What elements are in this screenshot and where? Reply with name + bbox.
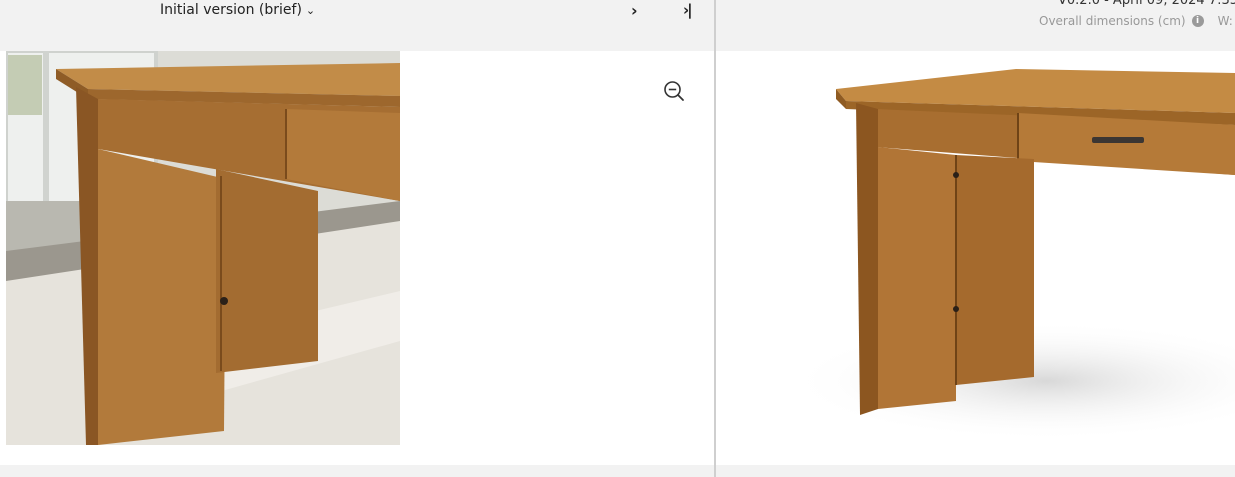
overall-dimensions: Overall dimensions (cm) i W: [1039, 14, 1233, 28]
dimensions-width-label: W: [1217, 14, 1233, 28]
version-meta: V0.2.0 - April 09, 2024 7:35 [1058, 0, 1235, 8]
left-panel-footer [0, 465, 714, 477]
chevron-right-icon: › [631, 1, 638, 20]
info-icon[interactable]: i [1191, 15, 1204, 27]
version-dropdown-label: Initial version (brief) [160, 2, 302, 18]
version-dropdown[interactable]: Initial version (brief) ⌄ [160, 2, 315, 18]
zoom-out-button[interactable] [662, 79, 686, 103]
right-panel-footer [716, 465, 1235, 477]
dimensions-label: Overall dimensions (cm) [1039, 14, 1186, 28]
product-lifestyle-photo [6, 51, 400, 445]
right-panel-header: V0.2.0 - April 09, 2024 7:35 Overall dim… [716, 0, 1235, 51]
zoom-out-icon [664, 81, 684, 101]
skip-to-last-icon: ›| [683, 1, 693, 19]
left-panel-header: Initial version (brief) ⌄ › ›| [0, 0, 715, 51]
next-version-button[interactable]: › [631, 1, 638, 20]
chevron-down-icon: ⌄ [305, 3, 316, 17]
last-version-button[interactable]: ›| [683, 1, 693, 19]
product-render-photo [716, 51, 1235, 465]
